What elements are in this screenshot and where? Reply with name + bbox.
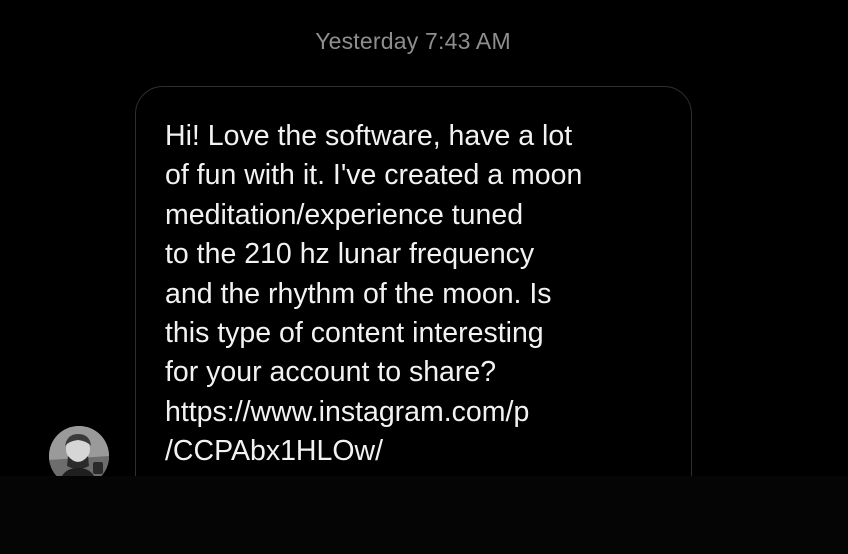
- message-bubble[interactable]: Hi! Love the software, have a lot of fun…: [135, 86, 692, 476]
- user-avatar-icon: [49, 426, 109, 476]
- message-text: Hi! Love the software, have a lot of fun…: [165, 120, 583, 468]
- message-list[interactable]: Yesterday 7:43 AM Hi! Love the software,…: [0, 0, 848, 476]
- dm-thread-screen: Yesterday 7:43 AM Hi! Love the software,…: [0, 0, 848, 554]
- sender-avatar[interactable]: [49, 426, 109, 476]
- bottom-area: [0, 476, 848, 554]
- message-timestamp: Yesterday 7:43 AM: [315, 28, 511, 54]
